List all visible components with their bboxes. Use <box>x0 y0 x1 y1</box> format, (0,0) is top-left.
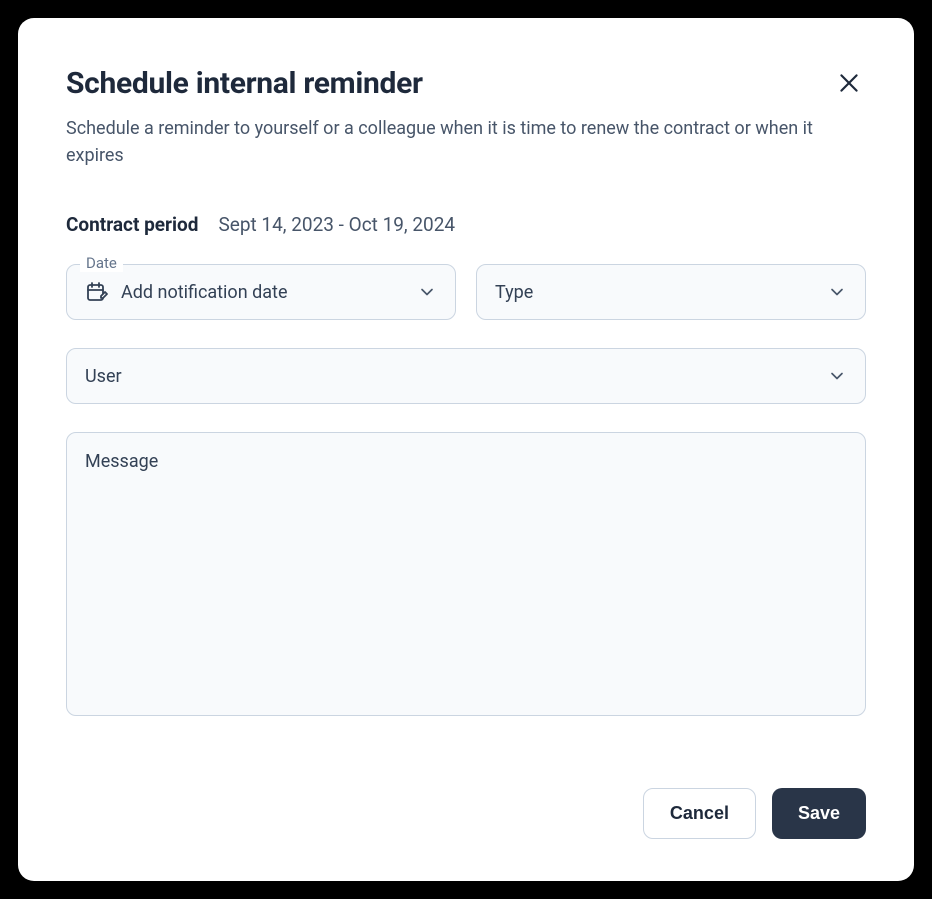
chevron-down-icon <box>827 366 847 386</box>
contract-period-label: Contract period <box>66 213 198 236</box>
save-button[interactable]: Save <box>772 788 866 839</box>
type-field[interactable]: Type <box>476 264 866 320</box>
user-placeholder: User <box>85 366 815 387</box>
modal-title: Schedule internal reminder <box>66 66 423 101</box>
modal-header: Schedule internal reminder <box>66 66 866 101</box>
chevron-down-icon <box>417 282 437 302</box>
date-field-wrapper: Date Add notification date <box>66 264 456 320</box>
close-icon <box>836 70 862 96</box>
date-field[interactable]: Add notification date <box>66 264 456 320</box>
contract-period: Contract period Sept 14, 2023 - Oct 19, … <box>66 213 866 236</box>
form-row-1: Date Add notification date Type <box>66 264 866 320</box>
type-field-wrapper: Type <box>476 264 866 320</box>
schedule-reminder-modal: Schedule internal reminder Schedule a re… <box>18 18 914 881</box>
user-field[interactable]: User <box>66 348 866 404</box>
chevron-down-icon <box>827 282 847 302</box>
message-field-wrapper <box>66 432 866 720</box>
message-field[interactable] <box>66 432 866 716</box>
modal-description: Schedule a reminder to yourself or a col… <box>66 115 866 169</box>
type-placeholder: Type <box>495 282 815 303</box>
user-field-wrapper: User <box>66 348 866 404</box>
calendar-edit-icon <box>85 280 109 304</box>
contract-period-value: Sept 14, 2023 - Oct 19, 2024 <box>218 213 455 236</box>
cancel-button[interactable]: Cancel <box>643 788 756 839</box>
modal-footer: Cancel Save <box>66 788 866 839</box>
date-floating-label: Date <box>80 254 123 272</box>
date-placeholder: Add notification date <box>121 282 405 303</box>
close-button[interactable] <box>832 66 866 100</box>
